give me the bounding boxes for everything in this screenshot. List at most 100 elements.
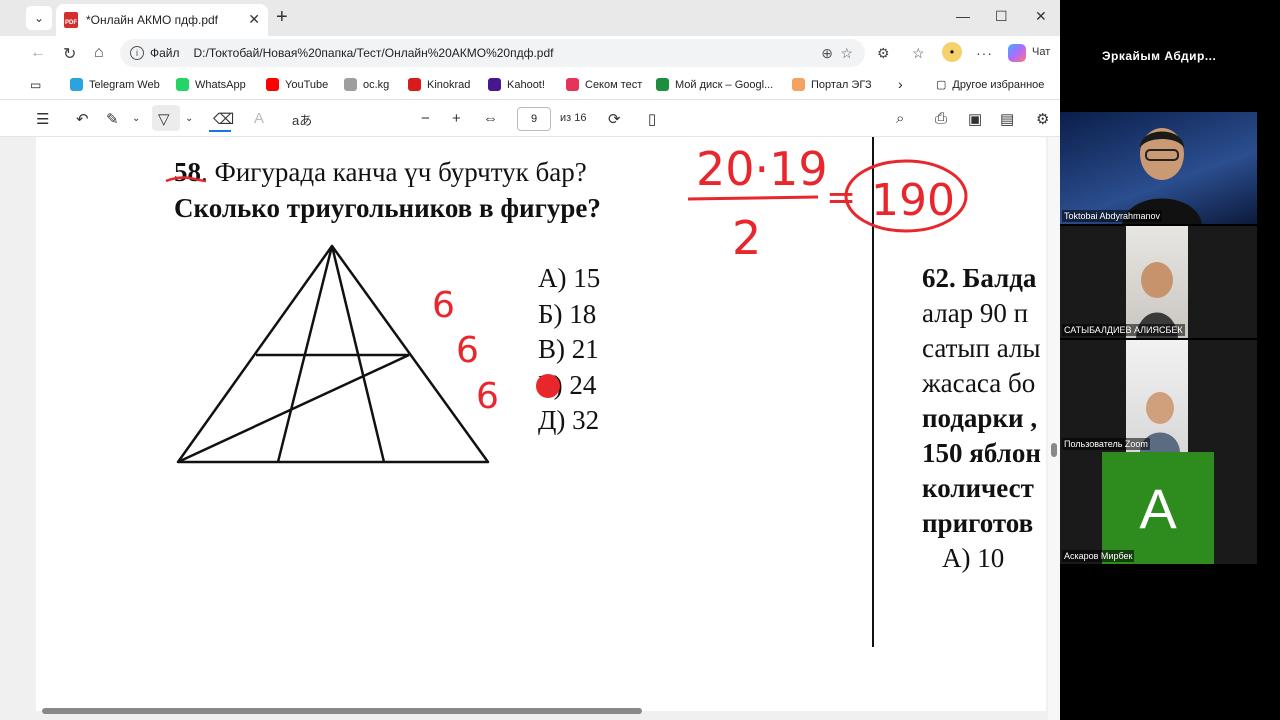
- ink-fraction-bar: [687, 195, 819, 201]
- chevron-right-icon[interactable]: ›: [898, 76, 903, 92]
- extensions-icon[interactable]: ⚙: [877, 45, 890, 62]
- zoom-in-icon[interactable]: +: [452, 110, 461, 127]
- other-favorites-button[interactable]: ▢ Другое избранное: [936, 78, 1045, 92]
- zoom-out-icon[interactable]: −: [421, 110, 430, 127]
- page-view-icon[interactable]: ▯: [648, 110, 656, 128]
- read-aloud-button[interactable]: aあ: [292, 110, 312, 129]
- bookmark-favicon-icon: [566, 78, 579, 91]
- participant-tile[interactable]: САТЫБАЛДИЕВ АЛИЯСБЕК: [1060, 226, 1257, 338]
- bookmark-item[interactable]: Kinokrad: [408, 78, 470, 91]
- participant-name: САТЫБАЛДИЕВ АЛИЯСБЕК: [1062, 324, 1185, 336]
- pdf-toolbar: ☰ ↶ ✎ ⌄ ▽ ⌄ ⌫ A aあ − + ⇔ 9 из 16 ⟳ ▯ ⌕ ⎙…: [0, 101, 1060, 137]
- contents-list-icon[interactable]: ☰: [36, 110, 49, 128]
- participant-name: Toktobai Abdyrahmanov: [1062, 210, 1163, 222]
- ink-underline: [165, 176, 207, 183]
- favorites-list-icon[interactable]: ☆: [912, 45, 925, 62]
- participant-tile[interactable]: Пользователь Zoom: [1060, 340, 1257, 452]
- bookmarks-bar: ▭ Telegram Web WhatsApp YouTube oc.kg Kinokr…: [0, 70, 1060, 100]
- bookmark-item[interactable]: Секом тест: [566, 78, 642, 91]
- refresh-icon[interactable]: ↻: [63, 44, 76, 64]
- bookmark-label: Kinokrad: [427, 78, 471, 91]
- address-input[interactable]: i Файл D:/Токтобай/Новая%20папка/Тест/Он…: [120, 39, 865, 67]
- highlight-icon[interactable]: ✎: [106, 110, 119, 128]
- bookmark-label: WhatsApp: [195, 78, 246, 91]
- print-icon[interactable]: ⎙: [935, 110, 947, 127]
- ink-denominator: 2: [732, 211, 761, 265]
- bookmark-favicon-icon: [70, 78, 83, 91]
- draw-dropdown-icon[interactable]: ⌄: [185, 113, 193, 124]
- bookmark-item[interactable]: Kahoot!: [488, 78, 545, 91]
- pdf-file-icon: PDF: [64, 12, 78, 28]
- bookmark-item[interactable]: YouTube: [266, 78, 328, 91]
- bookmark-label: Telegram Web: [89, 78, 160, 91]
- bookmark-favicon-icon: [792, 78, 805, 91]
- bookmark-item[interactable]: Портал ЭГЗ: [792, 78, 872, 91]
- eraser-icon[interactable]: ⌫: [213, 110, 234, 128]
- bookmark-item[interactable]: Мой диск – Googl...: [656, 78, 773, 91]
- bookmark-item[interactable]: oc.kg: [344, 78, 389, 91]
- ink-count: 6: [476, 376, 499, 417]
- participant-video: [1122, 128, 1202, 224]
- person-icon: •: [949, 45, 955, 59]
- ink-result: 190: [871, 175, 955, 226]
- undo-icon[interactable]: ↶: [76, 110, 89, 128]
- bookmark-item[interactable]: Telegram Web: [70, 78, 160, 91]
- pdf-viewer[interactable]: 58. Фигурада канча үч бурчтук бар? Сколь…: [0, 137, 1060, 720]
- home-icon[interactable]: ⌂: [94, 44, 104, 62]
- save-as-icon[interactable]: ▤: [1000, 110, 1014, 128]
- tab-title: *Онлайн АКМО пдф.pdf: [86, 13, 219, 27]
- save-icon[interactable]: ▣: [968, 110, 982, 128]
- bookmark-favicon-icon: [344, 78, 357, 91]
- minimize-icon[interactable]: —: [956, 8, 970, 24]
- close-tab-icon[interactable]: ✕: [248, 11, 260, 28]
- highlight-dropdown-icon[interactable]: ⌄: [132, 113, 140, 124]
- pdf-settings-icon[interactable]: ⚙: [1036, 110, 1049, 128]
- participant-video: [1126, 226, 1188, 338]
- participant-video: [1126, 340, 1188, 452]
- active-speaker-name: Эркайым Абдир...: [1102, 49, 1217, 63]
- new-tab-icon[interactable]: +: [276, 6, 288, 28]
- fit-to-width-icon[interactable]: ⇔: [483, 110, 498, 127]
- bookmark-label: Портал ЭГЗ: [811, 78, 872, 91]
- back-arrow-icon[interactable]: ←: [30, 44, 46, 62]
- info-icon[interactable]: i: [130, 46, 144, 60]
- add-text-icon[interactable]: A: [254, 110, 264, 127]
- horizontal-scroll-thumb[interactable]: [42, 708, 642, 714]
- tab-pdf[interactable]: PDF *Онлайн АКМО пдф.pdf ✕: [56, 4, 268, 36]
- chat-button-label[interactable]: Чат: [1032, 46, 1050, 58]
- draw-icon[interactable]: ▽: [158, 110, 170, 128]
- participant-tile[interactable]: A Аскаров Мирбек: [1060, 452, 1257, 564]
- bookmark-item[interactable]: WhatsApp: [176, 78, 246, 91]
- pdf-page: 58. Фигурада канча үч бурчтук бар? Сколь…: [36, 137, 1046, 711]
- bookmark-favicon-icon: [266, 78, 279, 91]
- bookmark-label: oc.kg: [363, 78, 390, 91]
- other-favorites-label: Другое избранное: [952, 78, 1045, 91]
- bookmark-reading-icon[interactable]: ▭: [30, 78, 41, 92]
- profile-avatar[interactable]: •: [942, 42, 962, 62]
- bookmark-favicon-icon: [408, 78, 421, 91]
- favorite-star-icon[interactable]: ☆: [840, 45, 853, 62]
- bookmark-favicon-icon: [176, 78, 189, 91]
- zoom-gallery-panel: Эркайым Абдир... Toktobai Abdyrahmanov С…: [1060, 0, 1280, 720]
- participant-name: Пользователь Zoom: [1062, 438, 1150, 450]
- reading-list-icon: ▭: [30, 78, 42, 92]
- search-icon[interactable]: ⌕: [896, 110, 904, 127]
- horizontal-scrollbar[interactable]: [36, 705, 1048, 717]
- participant-tile[interactable]: Toktobai Abdyrahmanov: [1060, 112, 1257, 224]
- copilot-icon[interactable]: [1008, 44, 1026, 62]
- rotate-icon[interactable]: ⟳: [608, 110, 621, 128]
- participant-name: Аскаров Мирбек: [1062, 550, 1135, 562]
- participant-initial-avatar: A: [1102, 452, 1214, 564]
- ink-selected-answer-mark: [536, 374, 560, 398]
- ink-count: 6: [456, 330, 479, 371]
- page-number-input[interactable]: 9: [517, 107, 551, 131]
- bookmark-favicon-icon: [488, 78, 501, 91]
- maximize-icon[interactable]: ☐: [995, 8, 1008, 25]
- close-window-icon[interactable]: ✕: [1035, 8, 1047, 25]
- bookmark-label: YouTube: [285, 78, 329, 91]
- zoom-search-icon[interactable]: ⊕: [821, 45, 833, 62]
- more-options-icon[interactable]: ···: [976, 45, 993, 61]
- vertical-scroll-thumb[interactable]: [1051, 443, 1057, 457]
- tab-actions-menu-button[interactable]: ⌄: [26, 6, 52, 30]
- vertical-scrollbar[interactable]: [1048, 137, 1060, 720]
